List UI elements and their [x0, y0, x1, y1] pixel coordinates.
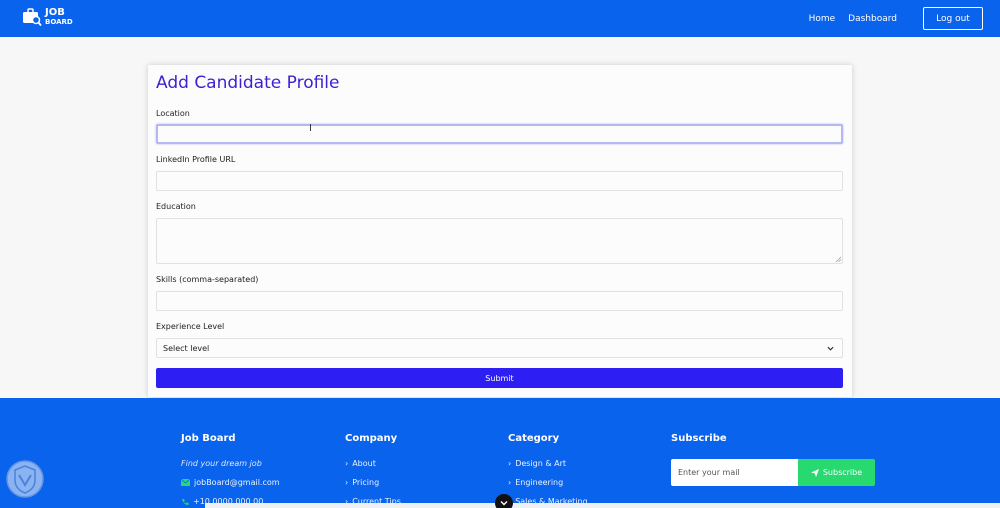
footer-col-subscribe: Subscribe	[671, 433, 727, 444]
footer-col-company: Company › About › Pricing › Current Tips	[345, 433, 401, 506]
chevron-down-icon	[827, 346, 834, 351]
footer-link-text: About	[352, 459, 376, 468]
chevron-right-icon: ›	[345, 478, 349, 487]
scroll-down-button[interactable]	[495, 494, 513, 508]
logout-button[interactable]: Log out	[923, 7, 983, 30]
footer-link-text: Design & Art	[515, 459, 567, 468]
footer-link-text: Engineering	[515, 478, 564, 487]
logo-line-1: JOB	[45, 6, 65, 18]
skills-input[interactable]	[156, 291, 843, 311]
chevron-right-icon: ›	[508, 459, 512, 468]
skills-label: Skills (comma-separated)	[156, 275, 259, 284]
logo-text: JOB BOARD	[45, 6, 73, 27]
nav-dashboard-link[interactable]: Dashboard	[848, 14, 897, 24]
subscribe-form: Enter your mail Subscribe	[671, 459, 875, 486]
nav-links: Home Dashboard Log out	[809, 0, 1000, 37]
candidate-profile-form: Add Candidate Profile Location LinkedIn …	[148, 65, 852, 397]
footer-link-engineering[interactable]: › Engineering	[508, 478, 588, 487]
paper-plane-icon	[810, 468, 819, 477]
education-textarea[interactable]	[156, 218, 843, 264]
logo-line-2: BOARD	[45, 17, 73, 26]
envelope-icon	[181, 479, 190, 486]
chevron-right-icon: ›	[508, 478, 512, 487]
footer-link-text: Pricing	[352, 478, 380, 487]
resize-handle-icon[interactable]	[835, 256, 841, 262]
experience-label: Experience Level	[156, 322, 225, 331]
watermark-shield-icon	[6, 460, 44, 498]
footer-link-about[interactable]: › About	[345, 459, 401, 468]
briefcase-search-icon	[23, 8, 42, 27]
linkedin-url-input[interactable]	[156, 171, 843, 191]
footer-heading: Category	[508, 433, 560, 444]
footer-col-jobboard: Job Board Find your dream job jobBoard@g…	[181, 433, 280, 506]
text-cursor-icon: I	[309, 123, 312, 134]
page-bottom-strip	[205, 503, 1000, 508]
footer-heading: Company	[345, 433, 398, 444]
page-title: Add Candidate Profile	[156, 73, 340, 93]
submit-button[interactable]: Submit	[156, 368, 843, 388]
location-input[interactable]	[156, 124, 843, 144]
footer-heading: Job Board	[181, 433, 236, 444]
subscribe-button-label: Subscribe	[822, 468, 863, 477]
location-label: Location	[156, 109, 190, 118]
education-label: Education	[156, 202, 196, 211]
footer-heading: Subscribe	[671, 433, 727, 444]
top-navbar: JOB BOARD Home Dashboard Log out	[0, 0, 1000, 37]
footer-link-design-art[interactable]: › Design & Art	[508, 459, 588, 468]
experience-level-select[interactable]: Select level	[156, 338, 843, 358]
footer-link-pricing[interactable]: › Pricing	[345, 478, 401, 487]
experience-selected-value: Select level	[163, 343, 210, 353]
subscribe-button[interactable]: Subscribe	[798, 459, 875, 486]
footer-email-text: jobBoard@gmail.com	[194, 478, 280, 487]
footer-col-category: Category ›Design & Art ›Engineering ›Sal…	[508, 433, 588, 506]
linkedin-label: LinkedIn Profile URL	[156, 155, 236, 164]
footer: Job Board Find your dream job jobBoard@g…	[0, 398, 1000, 508]
nav-home-link[interactable]: Home	[809, 14, 836, 24]
subscribe-email-input[interactable]: Enter your mail	[671, 459, 798, 486]
footer-tagline: Find your dream job	[181, 459, 262, 468]
logo[interactable]: JOB BOARD	[22, 7, 73, 27]
phone-icon	[182, 498, 189, 505]
chevron-right-icon: ›	[345, 459, 349, 468]
chevron-down-icon	[500, 501, 508, 506]
footer-email[interactable]: jobBoard@gmail.com	[181, 478, 280, 487]
